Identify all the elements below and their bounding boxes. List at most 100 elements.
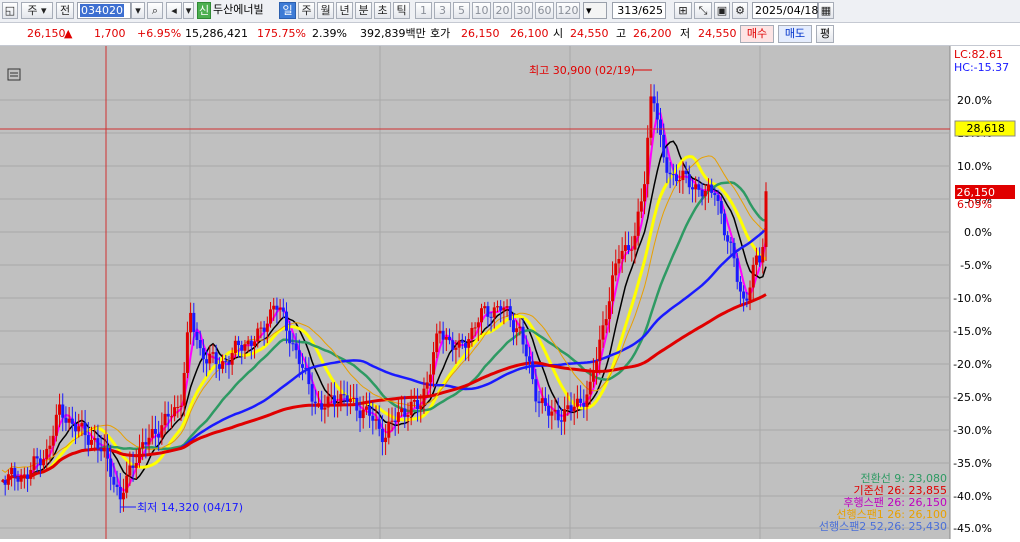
candle-body bbox=[524, 344, 528, 357]
speaker-dropdown-icon[interactable]: ▾ bbox=[183, 2, 194, 19]
candle-chart-area[interactable]: 최고 30,900 (02/19) 최저 14,320 (04/17) LC:8… bbox=[0, 46, 1020, 539]
chart-tools-icon[interactable]: ⊞ bbox=[674, 2, 692, 19]
candle-body bbox=[435, 333, 439, 353]
candle-body bbox=[182, 372, 186, 406]
candle-body bbox=[374, 419, 378, 421]
candle-body bbox=[297, 350, 301, 365]
candle-body bbox=[738, 281, 742, 292]
mode-button[interactable]: 전 bbox=[56, 2, 74, 19]
y-tick: -35.0% bbox=[953, 457, 992, 470]
tab-period-day[interactable]: 일 bbox=[279, 2, 296, 19]
interval-1[interactable]: 1 bbox=[415, 2, 432, 19]
candle-body bbox=[668, 172, 672, 175]
candle-body bbox=[179, 405, 183, 407]
low-label: 저 bbox=[680, 27, 691, 40]
candle-body bbox=[13, 467, 17, 477]
stock-code-input[interactable]: 034020 bbox=[77, 2, 131, 19]
candle-body bbox=[102, 448, 106, 452]
candle-body bbox=[288, 330, 292, 344]
candle-body bbox=[722, 213, 726, 236]
candle-body bbox=[58, 404, 62, 415]
candle-body bbox=[585, 394, 589, 407]
candle-body bbox=[479, 308, 483, 323]
date-field[interactable]: 2025/04/18 bbox=[752, 2, 818, 19]
save-icon[interactable]: ▣ bbox=[714, 2, 730, 19]
candle-body bbox=[377, 419, 381, 429]
candle-body bbox=[3, 480, 7, 485]
interval-dropdown[interactable]: ▾ bbox=[583, 2, 607, 19]
candle-body bbox=[572, 406, 576, 412]
candle-body bbox=[502, 307, 506, 311]
candle-body bbox=[150, 428, 154, 438]
candle-body bbox=[137, 448, 141, 464]
candle-body bbox=[237, 340, 241, 346]
tab-period-month[interactable]: 월 bbox=[317, 2, 334, 19]
candle-body bbox=[550, 411, 554, 416]
tab-period-tick[interactable]: 틱 bbox=[393, 2, 410, 19]
candle-body bbox=[285, 311, 289, 331]
candle-body bbox=[764, 191, 768, 248]
candle-body bbox=[495, 306, 499, 308]
interval-60[interactable]: 60 bbox=[535, 2, 554, 19]
tab-period-minute[interactable]: 분 bbox=[355, 2, 372, 19]
candle-body bbox=[543, 398, 547, 406]
interval-30[interactable]: 30 bbox=[514, 2, 533, 19]
candle-body bbox=[508, 306, 512, 321]
candle-body bbox=[486, 306, 490, 317]
interval-5[interactable]: 5 bbox=[453, 2, 470, 19]
open-price: 24,550 bbox=[570, 27, 609, 40]
count-field[interactable]: 313/625 bbox=[612, 2, 666, 19]
lc-label: LC:82.61 bbox=[954, 48, 1003, 61]
candle-body bbox=[694, 184, 698, 190]
candle-body bbox=[310, 384, 314, 402]
candle-body bbox=[745, 298, 749, 301]
low-annotation: 최저 14,320 (04/17) bbox=[137, 501, 243, 514]
candle-body bbox=[189, 312, 193, 333]
market-select[interactable]: 주 ▾ bbox=[21, 2, 53, 19]
candle-body bbox=[432, 352, 436, 375]
buy-button[interactable]: 매수 bbox=[740, 25, 774, 43]
interval-10[interactable]: 10 bbox=[472, 2, 491, 19]
tab-period-week[interactable]: 주 bbox=[298, 2, 315, 19]
volume: 15,286,421 bbox=[185, 27, 248, 40]
interval-20[interactable]: 20 bbox=[493, 2, 512, 19]
candle-body bbox=[307, 368, 311, 385]
speaker-icon[interactable]: ◂ bbox=[166, 2, 182, 19]
total-value: /625 bbox=[638, 4, 663, 17]
candle-body bbox=[90, 439, 94, 445]
candle-body bbox=[579, 398, 583, 403]
candle-body bbox=[684, 170, 688, 175]
candle-body bbox=[419, 405, 423, 410]
candle-body bbox=[409, 401, 413, 416]
calendar-icon[interactable]: ▦ bbox=[818, 2, 834, 19]
interval-120[interactable]: 120 bbox=[556, 2, 580, 19]
candle-body bbox=[441, 330, 445, 340]
candle-body bbox=[719, 200, 723, 214]
candle-body bbox=[607, 301, 611, 320]
candle-body bbox=[121, 492, 125, 500]
candle-body bbox=[595, 360, 599, 373]
candle-body bbox=[42, 459, 46, 466]
candle-body bbox=[665, 157, 669, 173]
tab-period-year[interactable]: 년 bbox=[336, 2, 353, 19]
candle-body bbox=[396, 412, 400, 422]
candle-body bbox=[153, 428, 157, 434]
crosshair-icon[interactable]: ⤡ bbox=[694, 2, 712, 19]
window-icon[interactable]: ◱ bbox=[2, 2, 18, 19]
candle-body bbox=[406, 415, 410, 417]
candle-body bbox=[336, 403, 340, 405]
candle-body bbox=[649, 96, 653, 138]
sell-button[interactable]: 매도 bbox=[778, 25, 812, 43]
search-icon[interactable]: ⌕ bbox=[147, 2, 163, 19]
crosshair-value: 28,618 bbox=[967, 122, 1006, 135]
candle-body bbox=[198, 340, 202, 349]
candle-body bbox=[96, 438, 100, 449]
code-dropdown-icon[interactable]: ▾ bbox=[131, 2, 145, 19]
y-tick: -25.0% bbox=[953, 391, 992, 404]
evaluate-button[interactable]: 평 bbox=[816, 25, 834, 43]
interval-3[interactable]: 3 bbox=[434, 2, 451, 19]
tab-period-second[interactable]: 초 bbox=[374, 2, 391, 19]
gear-icon[interactable]: ⚙ bbox=[732, 2, 748, 19]
candle-body bbox=[627, 245, 631, 251]
candle-body bbox=[294, 343, 298, 351]
